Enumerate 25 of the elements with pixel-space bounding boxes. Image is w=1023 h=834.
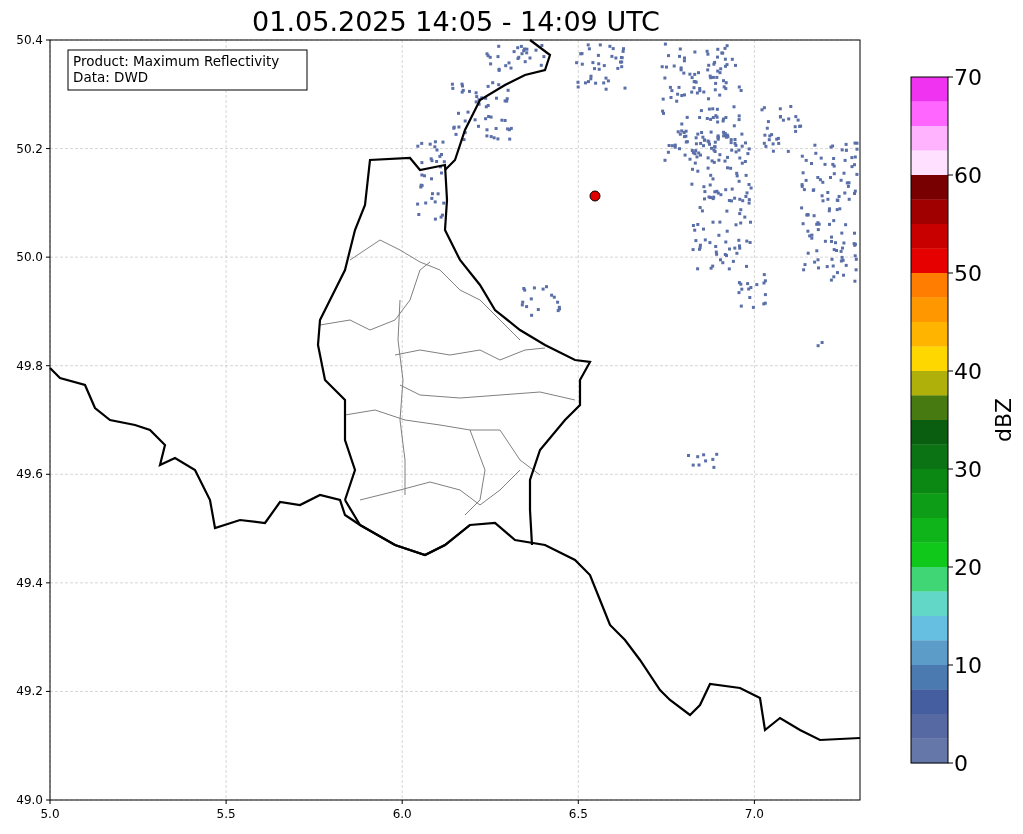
y-tick-label: 49.2 <box>16 684 43 699</box>
colorbar-tick-label: 70 <box>954 65 982 90</box>
colorbar-tick-label: 0 <box>954 751 968 776</box>
colorbar-tick-label: 10 <box>954 653 982 678</box>
colorbar-tick-label: 60 <box>954 163 982 188</box>
y-tick-label: 49.6 <box>16 467 43 482</box>
chart-title: 01.05.2025 14:05 - 14:09 UTC <box>252 6 660 37</box>
x-tick-label: 6.5 <box>568 807 588 821</box>
x-tick-label: 5.5 <box>216 807 236 821</box>
y-tick-label: 49.0 <box>16 793 43 807</box>
y-tick-label: 49.4 <box>16 575 43 590</box>
x-tick-label: 7.0 <box>744 807 764 821</box>
y-tick-label: 50.4 <box>16 33 43 47</box>
info-text: Data: DWD <box>73 69 149 85</box>
colorbar-tick-label: 40 <box>954 359 982 384</box>
colorbar-label: dBZ <box>991 397 1016 443</box>
x-tick-label: 5.0 <box>40 807 60 821</box>
colorbar-tick-label: 20 <box>954 555 982 580</box>
y-tick-label: 50.2 <box>16 141 43 156</box>
colorbar-tick-label: 30 <box>954 457 982 482</box>
info-text: Product: Maximum Reflectivity <box>73 53 280 69</box>
y-tick-label: 50.0 <box>16 250 43 265</box>
x-tick-label: 6.0 <box>392 807 412 821</box>
y-tick-label: 49.8 <box>16 358 43 373</box>
colorbar-tick-label: 50 <box>954 261 982 286</box>
